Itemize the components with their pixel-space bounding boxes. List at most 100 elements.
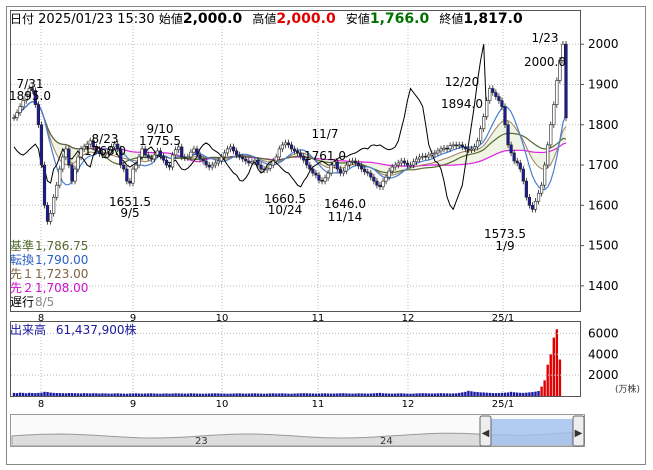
volume-bar xyxy=(342,393,345,396)
volume-bar xyxy=(467,390,470,396)
volume-bar xyxy=(204,393,208,396)
volume-bar xyxy=(418,393,421,396)
candle-body xyxy=(338,168,342,174)
volume-bar xyxy=(189,393,193,396)
volume-bar xyxy=(49,392,52,396)
candle-body xyxy=(494,92,498,97)
volume-bar xyxy=(473,391,476,396)
volume-bar xyxy=(552,337,556,396)
candle-body xyxy=(387,170,391,178)
candle-body xyxy=(469,148,474,151)
volume-bar xyxy=(430,393,434,396)
volume-bar xyxy=(89,393,92,396)
volume-bar xyxy=(323,393,327,396)
volume-bar xyxy=(192,393,196,396)
candle-body xyxy=(186,156,190,159)
candle-body xyxy=(491,88,495,93)
volume-bar xyxy=(390,393,394,396)
volume-bar xyxy=(64,393,68,396)
volume-bar xyxy=(241,393,244,396)
candle-body xyxy=(195,148,199,156)
price-panel xyxy=(10,10,581,312)
candle-body xyxy=(18,106,22,113)
datetime-value: 2025/01/23 15:30 xyxy=(38,12,155,27)
volume-bar xyxy=(125,393,129,396)
senkou1-label: 先１ xyxy=(10,267,35,281)
senkou2-value: 1,708.00 xyxy=(35,281,89,295)
candle-body xyxy=(524,180,528,198)
volume-bar xyxy=(528,392,531,396)
candle-body xyxy=(192,148,196,153)
volume-bar xyxy=(302,393,305,396)
chevron-right-icon: ▶ xyxy=(575,428,583,439)
volume-bar xyxy=(128,393,132,396)
candle-body xyxy=(463,146,467,150)
volume-bar xyxy=(61,393,64,396)
candle-body xyxy=(262,168,266,171)
volume-bar xyxy=(116,393,119,396)
volume-bar xyxy=(28,392,31,396)
candle-body xyxy=(424,155,428,158)
volume-bar xyxy=(433,393,437,396)
volume-bar xyxy=(479,392,482,396)
volume-x-tick-label: 12 xyxy=(402,399,415,410)
candle-body xyxy=(375,180,379,186)
volume-tick-label: 6000 xyxy=(588,326,619,340)
open-label: 始値 xyxy=(158,12,183,26)
volume-bar xyxy=(272,393,275,396)
chevron-left-icon: ◀ xyxy=(482,428,490,439)
candle-body xyxy=(433,152,437,155)
annotation-date: 11/7 xyxy=(312,127,339,141)
volume-bar xyxy=(290,393,293,396)
x-tick-label: 10 xyxy=(216,313,229,324)
volume-x-tick-label: 11 xyxy=(312,399,325,410)
candle-body xyxy=(210,164,214,168)
volume-bar xyxy=(268,393,272,396)
volume-bar xyxy=(171,393,174,396)
chikou-value: 8/5 xyxy=(35,295,55,309)
navigator-label-24: 24 xyxy=(380,436,393,447)
candle-body xyxy=(140,148,144,158)
candle-body xyxy=(503,106,507,126)
volume-bar xyxy=(345,393,348,396)
volume-bar xyxy=(357,393,360,396)
candle-body xyxy=(512,152,516,162)
volume-bar xyxy=(363,393,366,396)
volume-bar xyxy=(293,393,296,396)
candle-body xyxy=(280,144,284,150)
volume-x-tick-label: 9 xyxy=(130,399,136,410)
candle-body xyxy=(244,158,248,162)
volume-bar xyxy=(122,393,125,396)
candle-body xyxy=(122,164,126,170)
candle-body xyxy=(466,148,471,151)
volume-bar xyxy=(217,393,220,396)
volume-bar xyxy=(107,393,110,396)
annotation-value: 1761.0 xyxy=(304,149,346,163)
legend-chikou: 遅行8/5 xyxy=(10,295,54,310)
volume-bar xyxy=(543,380,546,396)
volume-bar xyxy=(427,393,430,396)
volume-bar xyxy=(512,392,516,396)
candle-body xyxy=(67,148,71,166)
volume-bar xyxy=(555,329,559,396)
volume-bar xyxy=(146,393,150,396)
annotation-date: 10/24 xyxy=(268,203,303,217)
candle-body xyxy=(536,192,541,202)
candle-body xyxy=(167,164,172,168)
candle-body xyxy=(128,180,132,184)
candle-body xyxy=(509,144,513,154)
candle-body xyxy=(201,158,205,162)
candle-body xyxy=(366,171,370,174)
candle-body xyxy=(58,168,62,186)
navigator-range[interactable] xyxy=(490,419,574,445)
candle-body xyxy=(546,144,550,166)
volume-bar xyxy=(500,392,504,396)
candle-body xyxy=(482,116,486,130)
candle-body xyxy=(436,150,440,154)
candle-body xyxy=(161,155,166,161)
candle-body xyxy=(515,160,519,164)
volume-bar xyxy=(470,391,473,396)
volume-bar xyxy=(424,393,427,396)
candle-body xyxy=(341,170,345,174)
volume-bar xyxy=(70,393,74,396)
